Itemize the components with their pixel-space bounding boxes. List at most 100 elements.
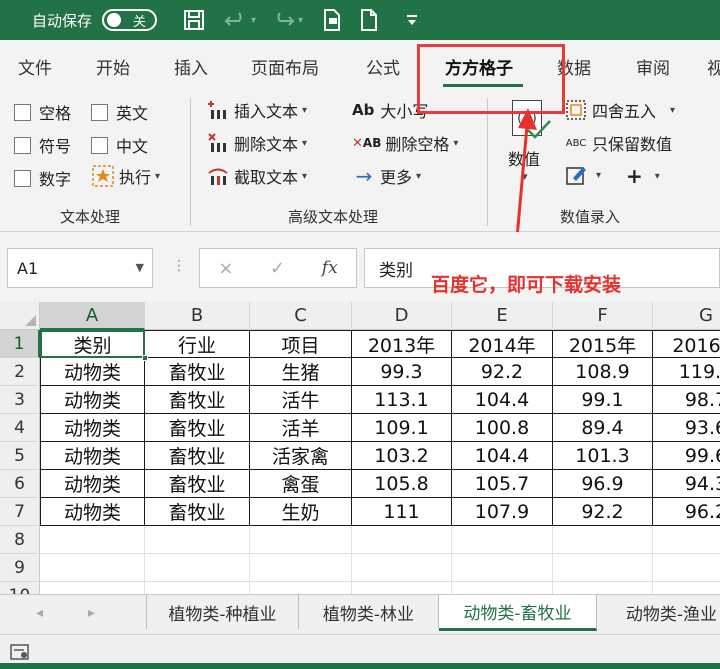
table-cell[interactable]: 107.9 [452, 498, 553, 526]
table-cell[interactable]: 89.4 [553, 414, 653, 442]
table-cell[interactable]: 96.2 [653, 498, 720, 526]
table-cell[interactable]: 生奶 [250, 498, 352, 526]
table-cell[interactable] [553, 526, 653, 554]
table-cell[interactable]: 活羊 [250, 414, 352, 442]
table-cell[interactable]: 105.8 [352, 470, 452, 498]
sheet-tab-active[interactable]: 动物类-畜牧业 [439, 595, 597, 631]
tab-review[interactable]: 审阅 [636, 54, 670, 79]
table-cell[interactable]: 行业 [145, 330, 250, 358]
save-icon[interactable] [183, 6, 205, 34]
table-cell[interactable] [145, 526, 250, 554]
table-cell[interactable]: 99.1 [553, 386, 653, 414]
enter-icon[interactable]: ✓ [270, 258, 285, 279]
column-header[interactable]: C [250, 302, 352, 330]
tab-home[interactable]: 开始 [96, 54, 130, 79]
table-cell[interactable] [653, 554, 720, 582]
table-cell[interactable]: 畜牧业 [145, 470, 250, 498]
table-cell[interactable]: 111 [352, 498, 452, 526]
table-cell[interactable] [653, 526, 720, 554]
table-cell[interactable]: 105.7 [452, 470, 553, 498]
table-cell[interactable]: 113.1 [352, 386, 452, 414]
table-cell[interactable]: 动物类 [40, 498, 145, 526]
table-cell[interactable]: 103.2 [352, 442, 452, 470]
table-cell[interactable]: 96.9 [553, 470, 653, 498]
redo-icon[interactable]: ▾ [270, 6, 303, 34]
checkbox[interactable] [14, 103, 31, 121]
table-cell[interactable] [553, 554, 653, 582]
table-cell[interactable]: 104.4 [452, 442, 553, 470]
table-cell[interactable]: 动物类 [40, 414, 145, 442]
macro-record-icon[interactable] [10, 643, 30, 665]
table-cell[interactable] [250, 526, 352, 554]
table-cell[interactable] [452, 526, 553, 554]
checkbox[interactable] [14, 169, 31, 187]
column-header[interactable]: E [452, 302, 553, 330]
select-all-corner[interactable] [0, 302, 40, 330]
table-cell[interactable]: 100.8 [452, 414, 553, 442]
table-cell[interactable]: 动物类 [40, 386, 145, 414]
plus-button[interactable]: + ▾ [626, 164, 660, 188]
table-cell[interactable]: 动物类 [40, 442, 145, 470]
option-symbol[interactable]: 符号 [14, 133, 71, 157]
table-cell[interactable]: 93.6 [653, 414, 720, 442]
table-cell[interactable]: 活牛 [250, 386, 352, 414]
table-cell[interactable] [553, 582, 653, 594]
table-cell[interactable]: 92.2 [553, 498, 653, 526]
tab-file[interactable]: 文件 [18, 54, 52, 79]
table-cell[interactable]: 动物类 [40, 470, 145, 498]
table-cell[interactable]: 畜牧业 [145, 386, 250, 414]
previous-sheet-icon[interactable]: ◂ [36, 605, 43, 621]
option-space[interactable]: 空格 [14, 100, 71, 124]
row-header[interactable]: 1 [0, 330, 40, 358]
table-cell[interactable]: 2015年 [553, 330, 653, 358]
checkbox[interactable] [91, 136, 108, 154]
execute-button[interactable]: 执行 ▾ [91, 164, 160, 188]
row-header[interactable]: 7 [0, 498, 40, 526]
table-cell[interactable]: 类别 [40, 330, 145, 358]
name-box[interactable]: A1 ▼ [7, 248, 153, 288]
column-header[interactable]: A [40, 302, 145, 330]
table-cell[interactable]: 畜牧业 [145, 498, 250, 526]
tab-formulas[interactable]: 公式 [366, 54, 400, 79]
new-file-icon[interactable] [359, 6, 379, 34]
row-header[interactable]: 5 [0, 442, 40, 470]
table-cell[interactable]: 99.3 [352, 358, 452, 386]
option-chinese[interactable]: 中文 [91, 133, 148, 157]
chevron-down-icon[interactable]: ▼ [136, 261, 144, 274]
extract-text-button[interactable]: 截取文本 ▾ [206, 164, 307, 188]
table-cell[interactable]: 108.9 [553, 358, 653, 386]
row-header[interactable]: 3 [0, 386, 40, 414]
round-button[interactable]: 四舍五入 ▾ [564, 98, 675, 122]
delete-text-button[interactable]: 删除文本 ▾ [206, 131, 307, 155]
table-cell[interactable] [452, 582, 553, 594]
table-cell[interactable] [250, 582, 352, 594]
delete-space-button[interactable]: ✕ AB 删除空格 ▾ [352, 131, 458, 155]
table-cell[interactable]: 禽蛋 [250, 470, 352, 498]
table-cell[interactable] [352, 582, 452, 594]
option-number[interactable]: 数字 [14, 166, 71, 190]
table-cell[interactable]: 畜牧业 [145, 358, 250, 386]
next-sheet-icon[interactable]: ▸ [88, 605, 95, 621]
column-header[interactable]: F [553, 302, 653, 330]
table-cell[interactable] [352, 526, 452, 554]
autosave-toggle[interactable]: 关 [102, 9, 158, 31]
edit-values-button[interactable]: ▾ [564, 164, 601, 186]
table-cell[interactable] [250, 554, 352, 582]
more-button[interactable]: → 更多 ▾ [352, 164, 421, 188]
row-header[interactable]: 8 [0, 526, 40, 554]
table-cell[interactable] [145, 554, 250, 582]
tab-view[interactable]: 视 [707, 54, 720, 79]
table-cell[interactable]: 畜牧业 [145, 414, 250, 442]
table-cell[interactable]: 94.3 [653, 470, 720, 498]
table-cell[interactable]: 104.4 [452, 386, 553, 414]
function-icon[interactable]: fx [322, 258, 338, 278]
table-cell[interactable]: 2013年 [352, 330, 452, 358]
table-cell[interactable] [452, 554, 553, 582]
sheet-tab[interactable]: 动物类-渔业 [597, 595, 720, 629]
table-cell[interactable]: 动物类 [40, 358, 145, 386]
more-dots-icon[interactable]: ⋮ [172, 258, 186, 274]
column-header[interactable]: B [145, 302, 250, 330]
undo-icon[interactable]: ▾ [223, 6, 256, 34]
option-english[interactable]: 英文 [91, 100, 148, 124]
tab-page-layout[interactable]: 页面布局 [251, 54, 319, 79]
